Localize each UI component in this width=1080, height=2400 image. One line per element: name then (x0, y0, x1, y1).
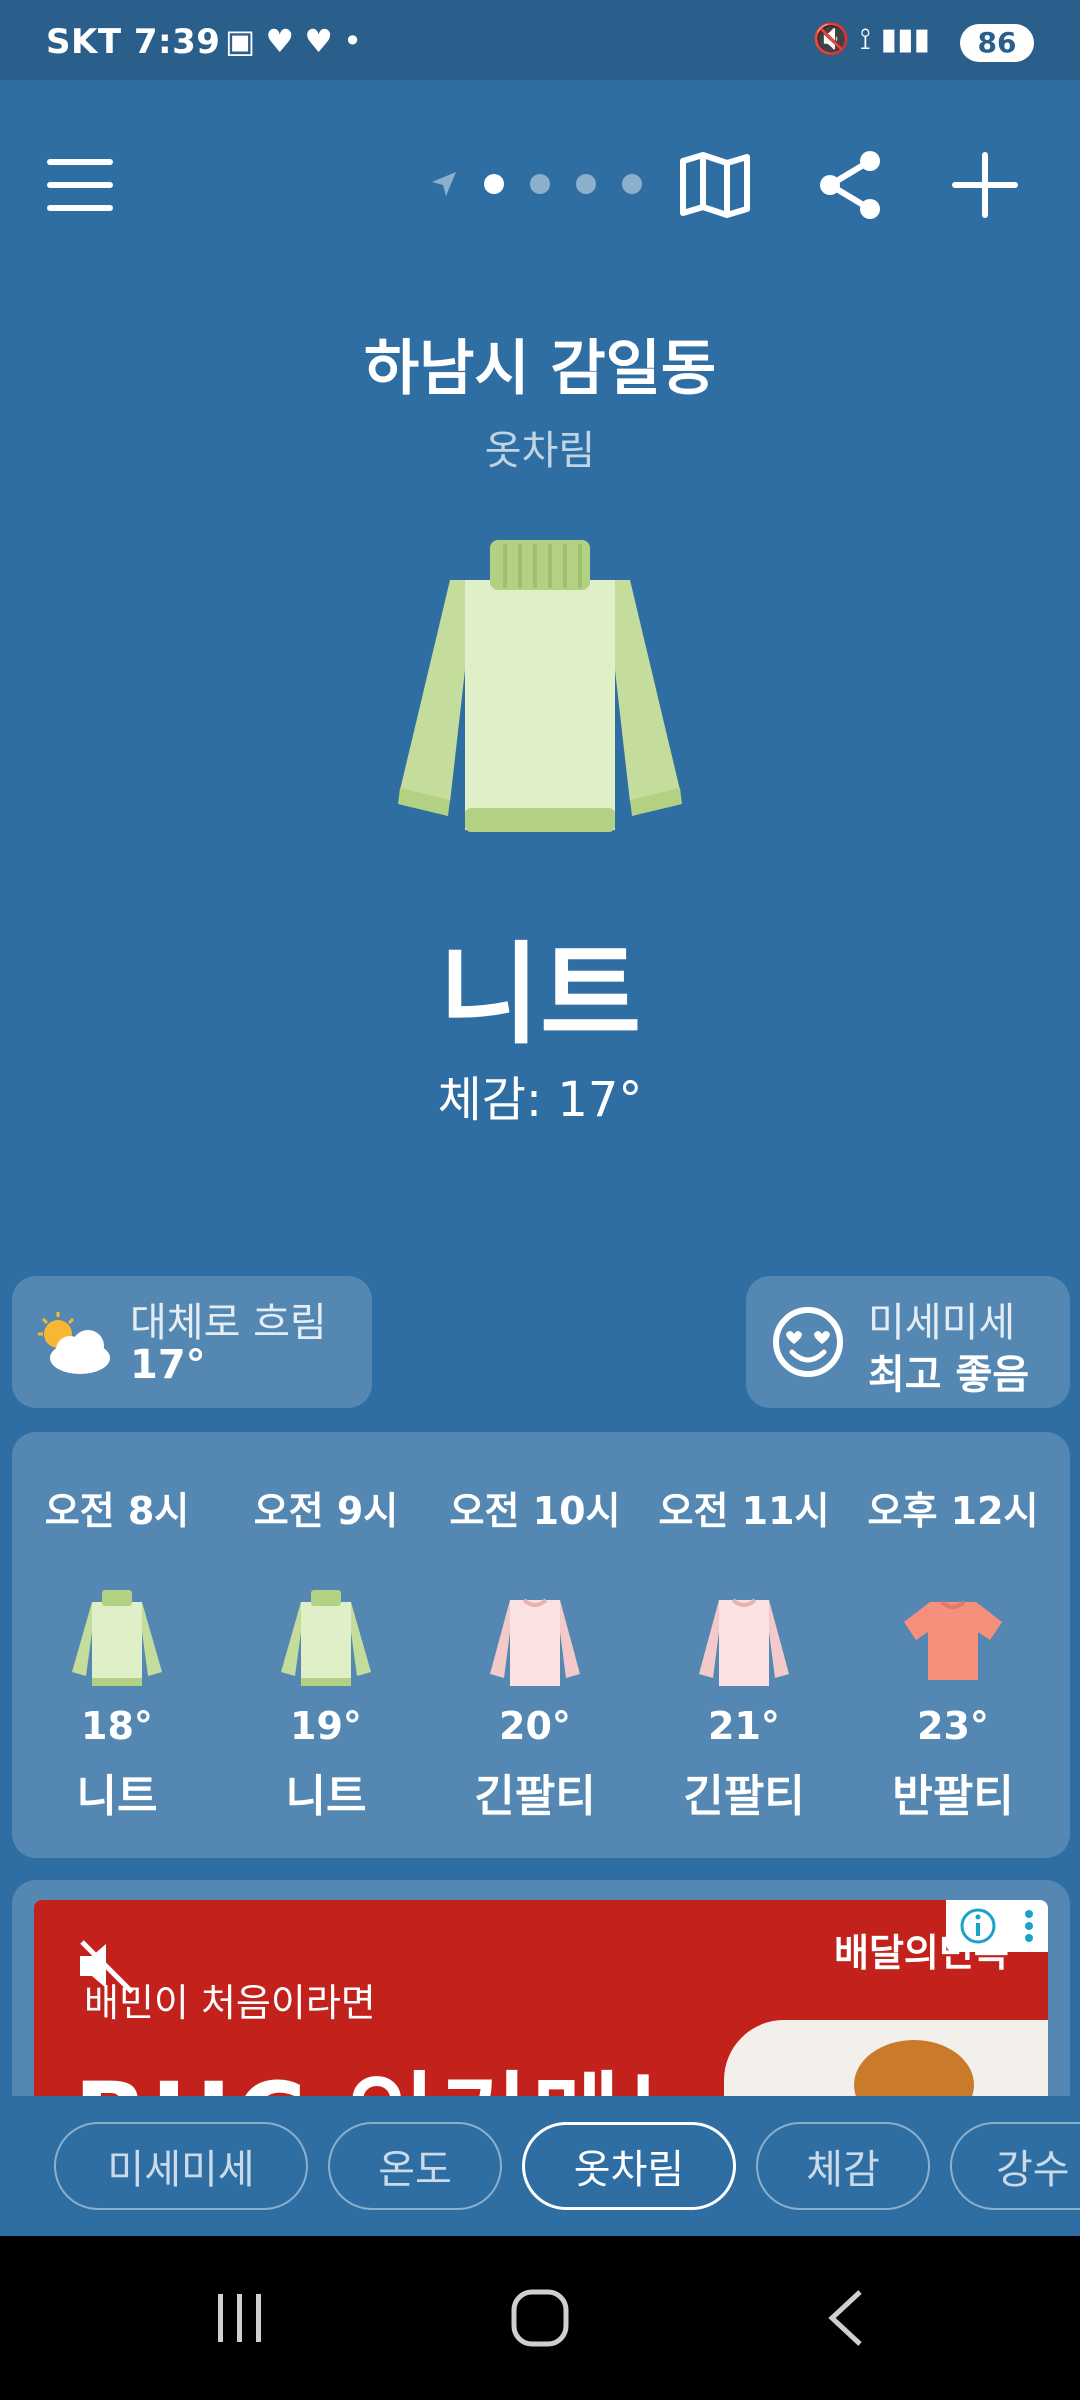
back-button[interactable] (796, 2276, 896, 2360)
connectivity-icons: 🔇 ⟟ ▮▮▮ (812, 22, 930, 57)
page-dot (530, 174, 550, 194)
location-arrow-icon (432, 172, 456, 196)
ad-subtext: 배민이 처음이라면 (84, 1981, 376, 2025)
hour-clothing: 니트 (285, 1771, 367, 1822)
hourly-forecast[interactable]: 오전 8시 18° 니트 오전 9시 19° 니트 오전 10시 20° 긴팔티 (12, 1432, 1070, 1858)
hour-clothing: 반팔티 (892, 1771, 1014, 1822)
hamburger-icon (47, 159, 113, 211)
sweater-icon (72, 1590, 162, 1686)
hour-time: 오전 11시 (658, 1489, 830, 1533)
map-icon (680, 152, 750, 218)
long-sleeve-icon (699, 1598, 789, 1686)
ad-info-area[interactable] (946, 1900, 1048, 1952)
ad-container: 배민이 처음이라면 배달의민족 BHC 인기메뉴 (12, 1880, 1070, 2100)
hour-time: 오전 9시 (253, 1489, 399, 1533)
page-dot (576, 174, 596, 194)
hour-temp: 18° (81, 1704, 153, 1748)
share-button[interactable] (810, 145, 890, 225)
category-tab-bar: 미세미세 온도 옷차림 체감 강수 (0, 2096, 1080, 2236)
hour-temp: 23° (917, 1704, 989, 1748)
system-nav-bar (0, 2236, 1080, 2400)
info-icon[interactable] (958, 1906, 998, 1946)
tab-temperature[interactable]: 온도 (328, 2122, 502, 2210)
hour-time: 오전 10시 (449, 1489, 621, 1533)
hour-clothing: 니트 (76, 1771, 158, 1822)
dust-status: 최고 좋음 (868, 1352, 1030, 1398)
battery-indicator: 86 (960, 24, 1034, 62)
weather-summary-card[interactable]: 대체로 흐림 17° (12, 1276, 372, 1408)
sweater-icon (398, 540, 682, 832)
share-icon (820, 151, 880, 219)
main-clothing-label: 니트 (438, 931, 642, 1059)
weather-condition: 대체로 흐림 (130, 1300, 327, 1346)
feels-like-temp: 체감: 17° (437, 1072, 643, 1128)
tab-feels-like[interactable]: 체감 (756, 2122, 930, 2210)
hour-temp: 21° (708, 1704, 780, 1748)
back-icon (828, 2290, 862, 2346)
hour-clothing: 긴팔티 (683, 1771, 805, 1822)
page-dot-active (484, 174, 504, 194)
ad-banner[interactable]: 배민이 처음이라면 배달의민족 BHC 인기메뉴 (34, 1900, 1048, 2100)
smiley-heart-eyes-icon (773, 1307, 843, 1377)
location-title[interactable]: 하남시 감일동 (0, 320, 1080, 407)
fried-chicken-image (854, 2040, 974, 2100)
page-indicator (430, 170, 642, 198)
recent-apps-button[interactable] (190, 2276, 290, 2360)
tab-precipitation[interactable]: 강수 (950, 2122, 1080, 2210)
page-dot (622, 174, 642, 194)
map-button[interactable] (675, 145, 755, 225)
recent-apps-icon (218, 2294, 261, 2342)
status-carrier: SKT 7:39 (46, 22, 221, 62)
menu-button[interactable] (40, 145, 120, 225)
tshirt-icon (904, 1600, 1002, 1680)
weather-temp: 17° (130, 1342, 206, 1388)
long-sleeve-icon (490, 1598, 580, 1686)
status-bar: SKT 7:39 ▣ ♥ ♥ • 🔇 ⟟ ▮▮▮ 86 (0, 0, 1080, 80)
tab-fine-dust[interactable]: 미세미세 (54, 2122, 308, 2210)
hour-time: 오전 8시 (44, 1489, 190, 1533)
hour-temp: 20° (499, 1704, 571, 1748)
add-location-button[interactable] (945, 145, 1025, 225)
plus-icon (952, 152, 1018, 218)
page-subtitle: 옷차림 (484, 428, 596, 474)
hour-time: 오후 12시 (867, 1489, 1039, 1533)
dust-title: 미세미세 (868, 1300, 1016, 1346)
ad-food-image (724, 2020, 1048, 2100)
home-icon (511, 2289, 569, 2347)
ad-headline: BHC 인기메뉴 (74, 2040, 717, 2100)
tab-clothing[interactable]: 옷차림 (522, 2122, 736, 2210)
partly-cloudy-icon (38, 1312, 110, 1374)
more-options-icon[interactable] (1021, 1906, 1037, 1946)
notification-icons: ▣ ♥ ♥ • (225, 22, 362, 60)
sweater-icon (281, 1590, 371, 1686)
dust-summary-card[interactable]: 미세미세 최고 좋음 (746, 1276, 1070, 1408)
hour-temp: 19° (290, 1704, 362, 1748)
home-button[interactable] (490, 2276, 590, 2360)
hour-clothing: 긴팔티 (474, 1771, 596, 1822)
